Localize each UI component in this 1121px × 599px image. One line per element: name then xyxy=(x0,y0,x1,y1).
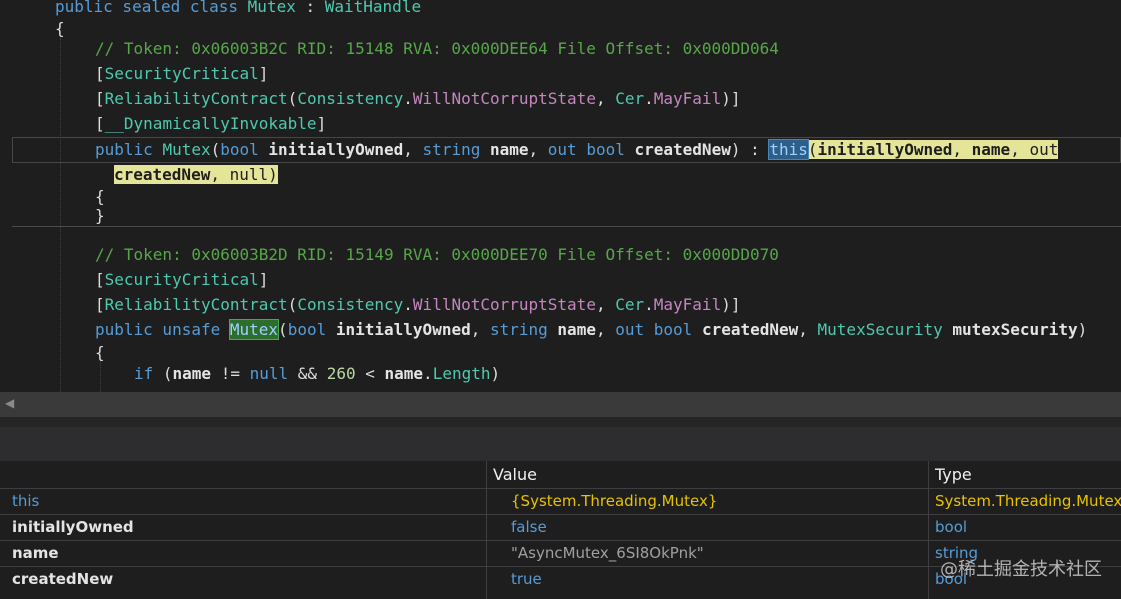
code-line-token-comment-2: // Token: 0x06003B2D RID: 15149 RVA: 0x0… xyxy=(95,245,779,264)
column-header-name[interactable] xyxy=(0,461,486,488)
local-type: System.Threading.Mutex xyxy=(935,492,1121,510)
code-line-brace-close: } xyxy=(95,206,105,225)
column-header-type[interactable]: Type xyxy=(928,461,1121,488)
local-type: bool xyxy=(935,518,968,536)
code-line-brace-open-2: { xyxy=(95,343,105,362)
code-line-attribute-reliability-contract-2: [ReliabilityContract(Consistency.WillNot… xyxy=(95,295,741,314)
code-line-constructor-1[interactable]: public Mutex(bool initiallyOwned, string… xyxy=(95,137,1059,162)
local-value: {System.Threading.Mutex} xyxy=(511,492,718,510)
method-separator xyxy=(12,226,1121,227)
code-line-if-statement: if (name != null && 260 < name.Length) xyxy=(134,364,501,383)
constructor-call-highlight-end: createdNew, null) xyxy=(114,165,278,184)
local-name: this xyxy=(12,492,40,510)
code-line-class-declaration: public sealed class Mutex : WaitHandle xyxy=(55,0,422,16)
code-editor[interactable]: public sealed class Mutex : WaitHandle {… xyxy=(0,0,1121,392)
panel-splitter[interactable] xyxy=(0,417,1121,427)
this-keyword-highlight: this xyxy=(768,139,809,160)
local-value: false xyxy=(511,518,547,536)
table-row[interactable]: this {System.Threading.Mutex} System.Thr… xyxy=(0,488,1121,514)
constructor-call-highlight: (initiallyOwned, name, out xyxy=(807,140,1059,159)
code-line-constructor-2: public unsafe Mutex(bool initiallyOwned,… xyxy=(95,319,1088,340)
code-line-brace: { xyxy=(55,19,65,38)
local-value: "AsyncMutex_6SI8OkPnk" xyxy=(511,544,704,562)
scroll-left-icon[interactable]: ◀ xyxy=(5,396,14,410)
table-row[interactable]: initiallyOwned false bool xyxy=(0,514,1121,540)
code-line-token-comment: // Token: 0x06003B2C RID: 15148 RVA: 0x0… xyxy=(95,39,779,58)
horizontal-scrollbar[interactable]: ◀ xyxy=(0,392,1121,417)
code-line-attribute-reliability-contract: [ReliabilityContract(Consistency.WillNot… xyxy=(95,89,741,108)
local-value: true xyxy=(511,570,542,588)
local-name: createdNew xyxy=(12,570,114,588)
column-header-value[interactable]: Value xyxy=(486,461,928,488)
code-line-attribute-security-critical: [SecurityCritical] xyxy=(95,64,269,83)
code-line-attribute-dynamically-invokable: [__DynamicallyInvokable] xyxy=(95,114,327,133)
watermark: @稀土掘金技术社区 xyxy=(940,559,1102,580)
code-line-constructor-1-continued: createdNew, null) xyxy=(114,162,278,187)
locals-panel-toolbar xyxy=(0,427,1121,461)
indent-guide xyxy=(60,38,61,392)
local-name: name xyxy=(12,544,59,562)
mutex-name-highlight: Mutex xyxy=(228,319,280,340)
code-line-attribute-security-critical-2: [SecurityCritical] xyxy=(95,270,269,289)
local-name: initiallyOwned xyxy=(12,518,134,536)
